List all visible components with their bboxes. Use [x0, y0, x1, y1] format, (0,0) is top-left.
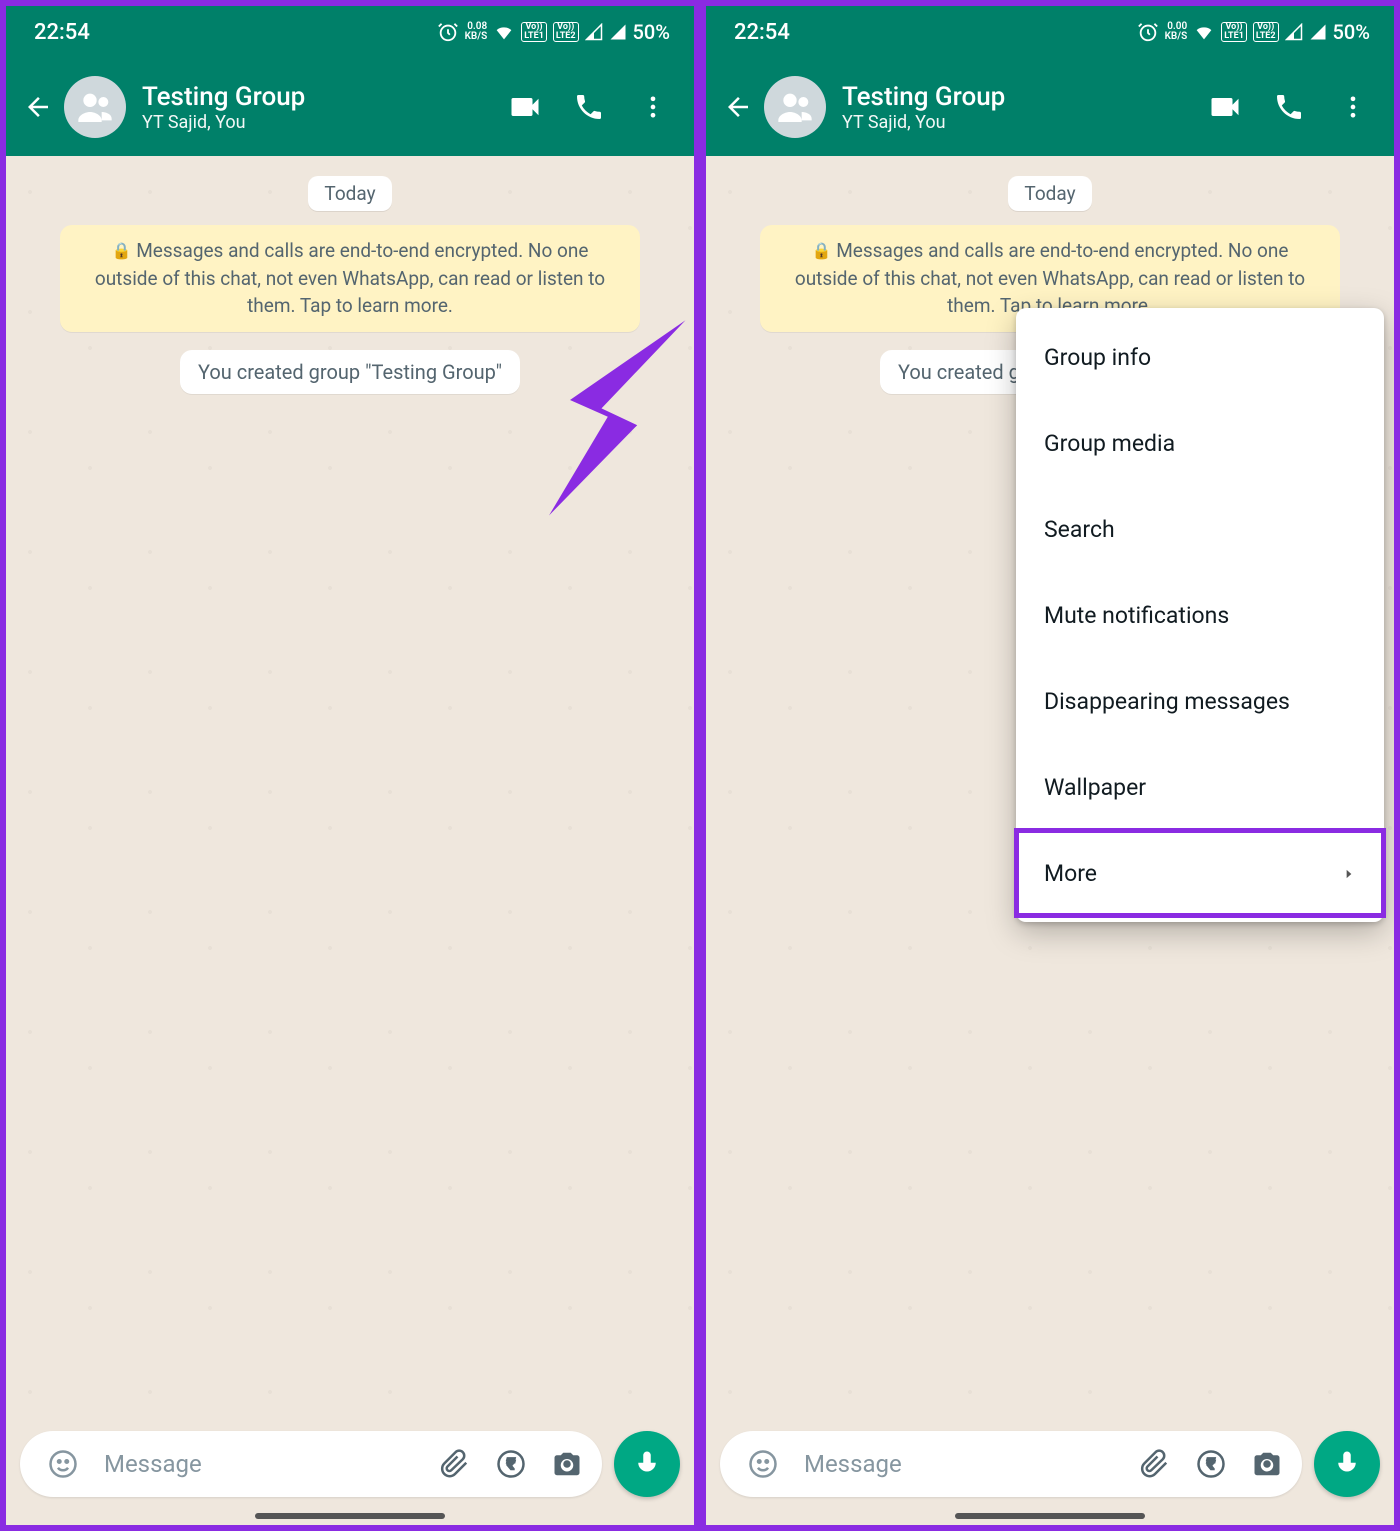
message-input[interactable]: Message ₹: [20, 1431, 602, 1497]
lock-icon: 🔒: [812, 241, 832, 260]
wifi-icon: [493, 21, 515, 43]
status-bar: 22:54 0.00KB/S Vo))LTE1 Vo))LTE2 50%: [706, 6, 1394, 58]
back-button[interactable]: [18, 87, 58, 127]
composer-bar: Message ₹: [706, 1415, 1394, 1525]
chat-title: Testing Group: [142, 82, 490, 112]
lock-icon: 🔒: [112, 241, 132, 260]
status-battery: 50%: [1333, 20, 1370, 44]
volte1-badge: Vo))LTE1: [521, 22, 547, 42]
overflow-menu-button[interactable]: [1324, 78, 1382, 136]
payment-icon[interactable]: ₹: [486, 1439, 536, 1489]
svg-text:₹: ₹: [507, 1455, 515, 1473]
status-battery: 50%: [633, 20, 670, 44]
voice-call-button[interactable]: [560, 78, 618, 136]
menu-disappearing-messages[interactable]: Disappearing messages: [1016, 658, 1384, 744]
chat-subtitle: YT Sajid, You: [842, 112, 1190, 133]
overflow-menu: Group info Group media Search Mute notif…: [1016, 308, 1384, 922]
chat-title: Testing Group: [842, 82, 1190, 112]
composer-bar: Message ₹: [6, 1415, 694, 1525]
video-call-button[interactable]: [496, 78, 554, 136]
signal2-icon: [609, 23, 627, 41]
emoji-icon[interactable]: [738, 1439, 788, 1489]
menu-search[interactable]: Search: [1016, 486, 1384, 572]
status-bar: 22:54 0.08KB/S Vo))LTE1 Vo))LTE2 50%: [6, 6, 694, 58]
group-avatar[interactable]: [764, 76, 826, 138]
message-placeholder: Message: [804, 1450, 1124, 1478]
message-input[interactable]: Message ₹: [720, 1431, 1302, 1497]
back-button[interactable]: [718, 87, 758, 127]
signal1-icon: [1285, 23, 1303, 41]
system-message: You created group "Testing Group": [180, 350, 520, 394]
camera-icon[interactable]: [1242, 1439, 1292, 1489]
message-placeholder: Message: [104, 1450, 424, 1478]
overflow-menu-button[interactable]: [624, 78, 682, 136]
video-call-button[interactable]: [1196, 78, 1254, 136]
menu-wallpaper[interactable]: Wallpaper: [1016, 744, 1384, 830]
signal1-icon: [585, 23, 603, 41]
menu-group-media[interactable]: Group media: [1016, 400, 1384, 486]
nav-handle[interactable]: [255, 1513, 445, 1519]
voice-call-button[interactable]: [1260, 78, 1318, 136]
data-speed: 0.00KB/S: [1165, 22, 1188, 42]
svg-text:₹: ₹: [1207, 1455, 1215, 1473]
group-avatar[interactable]: [64, 76, 126, 138]
chat-title-block[interactable]: Testing Group YT Sajid, You: [142, 82, 490, 133]
volte1-badge: Vo))LTE1: [1221, 22, 1247, 42]
data-speed: 0.08KB/S: [465, 22, 488, 42]
chevron-right-icon: [1342, 860, 1356, 887]
emoji-icon[interactable]: [38, 1439, 88, 1489]
app-bar: Testing Group YT Sajid, You: [706, 58, 1394, 156]
screenshot-right: 22:54 0.00KB/S Vo))LTE1 Vo))LTE2 50%: [700, 0, 1400, 1531]
volte2-badge: Vo))LTE2: [553, 22, 579, 42]
encryption-banner[interactable]: 🔒 Messages and calls are end-to-end encr…: [60, 225, 640, 332]
camera-icon[interactable]: [542, 1439, 592, 1489]
status-time: 22:54: [34, 20, 90, 45]
screenshot-left: 22:54 0.08KB/S Vo))LTE1 Vo))LTE2 50%: [0, 0, 700, 1531]
wifi-icon: [1193, 21, 1215, 43]
chat-body[interactable]: Today 🔒 Messages and calls are end-to-en…: [6, 156, 694, 1415]
signal2-icon: [1309, 23, 1327, 41]
alarm-icon: [1137, 21, 1159, 43]
mic-button[interactable]: [1314, 1431, 1380, 1497]
alarm-icon: [437, 21, 459, 43]
nav-handle[interactable]: [955, 1513, 1145, 1519]
encryption-text: Messages and calls are end-to-end encryp…: [795, 239, 1305, 317]
tutorial-arrow: [486, 316, 696, 530]
chat-title-block[interactable]: Testing Group YT Sajid, You: [842, 82, 1190, 133]
date-chip: Today: [1008, 176, 1091, 211]
app-bar: Testing Group YT Sajid, You: [6, 58, 694, 156]
encryption-text: Messages and calls are end-to-end encryp…: [95, 239, 605, 317]
payment-icon[interactable]: ₹: [1186, 1439, 1236, 1489]
attachment-icon[interactable]: [430, 1439, 480, 1489]
status-time: 22:54: [734, 20, 790, 45]
attachment-icon[interactable]: [1130, 1439, 1180, 1489]
chat-body[interactable]: Today 🔒 Messages and calls are end-to-en…: [706, 156, 1394, 1415]
menu-more[interactable]: More: [1016, 830, 1384, 916]
chat-subtitle: YT Sajid, You: [142, 112, 490, 133]
menu-group-info[interactable]: Group info: [1016, 314, 1384, 400]
mic-button[interactable]: [614, 1431, 680, 1497]
date-chip: Today: [308, 176, 391, 211]
menu-mute-notifications[interactable]: Mute notifications: [1016, 572, 1384, 658]
volte2-badge: Vo))LTE2: [1253, 22, 1279, 42]
